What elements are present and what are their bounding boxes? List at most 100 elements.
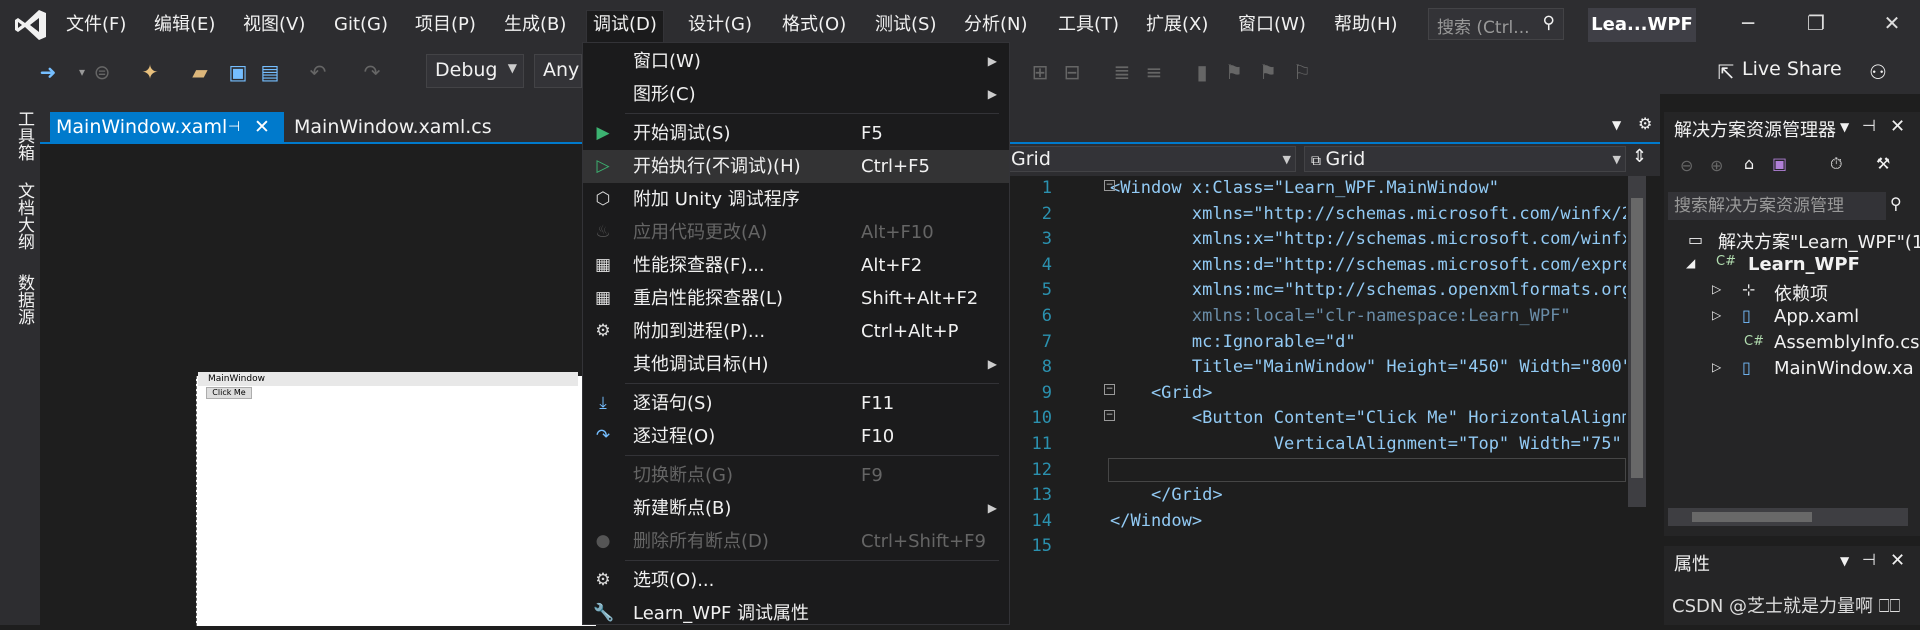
- tree-item-dependencies[interactable]: 依赖项: [1774, 280, 1828, 306]
- pin-icon[interactable]: ⊣: [228, 112, 240, 142]
- designer-button-preview[interactable]: Click Me: [206, 387, 252, 399]
- pin-icon[interactable]: ⊣: [1862, 116, 1876, 135]
- platform-select[interactable]: Any: [534, 54, 582, 88]
- expanded-arrow-icon[interactable]: ◢: [1686, 256, 1695, 270]
- save-icon[interactable]: ▣: [226, 60, 250, 84]
- pending-changes-icon[interactable]: ⏱: [1830, 154, 1842, 174]
- debug-menu-item[interactable]: ▶ 开始调试(S) F5: [583, 117, 1009, 150]
- menu-file[interactable]: 文件(F): [60, 12, 132, 40]
- bookmark-next-icon[interactable]: ⚑: [1256, 60, 1280, 84]
- debug-menu-item[interactable]: 其他调试目标(H) ▶: [583, 348, 1009, 381]
- configuration-select[interactable]: Debug ▼: [426, 54, 524, 88]
- debug-menu-item[interactable]: ♨ 应用代码更改(A) Alt+F10: [583, 216, 1009, 249]
- save-all-icon[interactable]: ▤: [258, 60, 282, 84]
- tree-item-app-xaml[interactable]: App.xaml: [1774, 306, 1859, 327]
- menu-project[interactable]: 项目(P): [409, 12, 482, 40]
- scrollbar-thumb[interactable]: [1692, 512, 1812, 522]
- solution-horizontal-scrollbar[interactable]: [1668, 508, 1908, 526]
- scrollbar-thumb[interactable]: [1631, 198, 1643, 478]
- menu-git[interactable]: Git(G): [328, 12, 394, 40]
- menu-window[interactable]: 窗口(W): [1232, 12, 1312, 40]
- close-pane-icon[interactable]: ✕: [1890, 550, 1905, 571]
- fold-toggle-icon[interactable]: −: [1104, 410, 1115, 421]
- designer-window-preview[interactable]: [196, 376, 596, 626]
- element-nav-select[interactable]: Grid ▼: [1004, 146, 1296, 172]
- menu-tools[interactable]: 工具(T): [1052, 12, 1125, 40]
- menu-help[interactable]: 帮助(H): [1328, 12, 1404, 40]
- restore-icon[interactable]: ❐: [1796, 8, 1836, 38]
- toolbox-tab[interactable]: 工具箱: [12, 110, 37, 161]
- layout-icon[interactable]: ⊞: [1028, 60, 1052, 84]
- solution-title[interactable]: Lea...WPF: [1588, 8, 1696, 42]
- menu-view[interactable]: 视图(V): [237, 12, 311, 40]
- tree-item-assemblyinfo[interactable]: AssemblyInfo.cs: [1774, 332, 1920, 353]
- bookmark-icon[interactable]: ▮: [1190, 60, 1214, 84]
- menu-extensions[interactable]: 扩展(X): [1140, 12, 1214, 40]
- collapsed-arrow-icon[interactable]: ▷: [1712, 308, 1721, 322]
- search-icon[interactable]: ⚲: [1890, 194, 1902, 213]
- tree-item-solution[interactable]: 解决方案"Learn_WPF"(1: [1718, 228, 1920, 254]
- document-outline-tab[interactable]: 文档大纲: [12, 182, 37, 250]
- back-icon[interactable]: ⊖: [1680, 156, 1693, 175]
- forward-icon[interactable]: ⊜: [90, 60, 114, 84]
- debug-menu-item[interactable]: ● 删除所有断点(D) Ctrl+Shift+F9: [583, 525, 1009, 558]
- tab-mainwindow-xaml-cs[interactable]: MainWindow.xaml.cs: [288, 112, 498, 142]
- menu-design[interactable]: 设计(G): [682, 12, 758, 40]
- debug-menu-item[interactable]: ⚙ 附加到进程(P)... Ctrl+Alt+P: [583, 315, 1009, 348]
- debug-menu-item[interactable]: 🔧 Learn_WPF 调试属性: [583, 597, 1009, 630]
- split-icon[interactable]: ⇕: [1632, 146, 1647, 167]
- open-folder-icon[interactable]: ▰: [188, 60, 212, 84]
- collapsed-arrow-icon[interactable]: ▷: [1712, 360, 1721, 374]
- fold-toggle-icon[interactable]: −: [1104, 180, 1115, 191]
- switch-view-icon[interactable]: ▣: [1772, 154, 1787, 173]
- member-nav-select[interactable]: ⧉ Grid ▼: [1304, 146, 1626, 172]
- minimize-icon[interactable]: ─: [1728, 8, 1768, 38]
- search-input[interactable]: 搜索 (Ctrl... ⚲: [1428, 8, 1564, 40]
- menu-format[interactable]: 格式(O): [776, 12, 852, 40]
- layout2-icon[interactable]: ⊟: [1060, 60, 1084, 84]
- bookmark-prev-icon[interactable]: ⚑: [1222, 60, 1246, 84]
- live-share-button[interactable]: Live Share: [1742, 58, 1842, 80]
- debug-menu-item[interactable]: ⬡ 附加 Unity 调试程序: [583, 183, 1009, 216]
- properties-icon[interactable]: ⚒: [1876, 154, 1890, 173]
- debug-menu-item[interactable]: ⤓ 逐语句(S) F11: [583, 387, 1009, 420]
- tree-item-project[interactable]: Learn_WPF: [1748, 254, 1860, 275]
- close-pane-icon[interactable]: ✕: [1890, 116, 1905, 137]
- indent-icon[interactable]: ≣: [1110, 60, 1134, 84]
- menu-analyze[interactable]: 分析(N): [958, 12, 1034, 40]
- visual-studio-logo-icon[interactable]: [14, 8, 48, 42]
- forward-icon[interactable]: ⊕: [1710, 156, 1723, 175]
- fold-toggle-icon[interactable]: −: [1104, 384, 1115, 395]
- debug-menu-item[interactable]: 窗口(W) ▶: [583, 45, 1009, 78]
- pin-icon[interactable]: ⊣: [1862, 550, 1876, 569]
- tree-item-mainwindow[interactable]: MainWindow.xa: [1774, 358, 1914, 379]
- new-project-icon[interactable]: ✦: [138, 60, 162, 84]
- debug-menu-item[interactable]: ▷ 开始执行(不调试)(H) Ctrl+F5: [583, 150, 1009, 183]
- back-icon[interactable]: ➜: [36, 60, 60, 84]
- debug-menu-item[interactable]: ↷ 逐过程(O) F10: [583, 420, 1009, 453]
- outdent-icon[interactable]: ≡: [1142, 60, 1166, 84]
- debug-menu-item[interactable]: ⚙ 选项(O)...: [583, 564, 1009, 597]
- menu-build[interactable]: 生成(B): [498, 12, 572, 40]
- pane-menu-icon[interactable]: ▼: [1840, 120, 1849, 134]
- debug-menu-item[interactable]: 图形(C) ▶: [583, 78, 1009, 111]
- debug-menu-item[interactable]: 切换断点(G) F9: [583, 459, 1009, 492]
- bookmark-clear-icon[interactable]: ⚐: [1290, 60, 1314, 84]
- feedback-icon[interactable]: ⚇: [1866, 60, 1890, 84]
- close-tab-icon[interactable]: ✕: [254, 112, 270, 142]
- home-icon[interactable]: ⌂: [1744, 154, 1754, 173]
- debug-menu-item[interactable]: ▦ 重启性能探查器(L) Shift+Alt+F2: [583, 282, 1009, 315]
- debug-menu-item[interactable]: 新建断点(B) ▶: [583, 492, 1009, 525]
- data-sources-tab[interactable]: 数据源: [12, 274, 37, 325]
- menu-edit[interactable]: 编辑(E): [148, 12, 221, 40]
- solution-search-input[interactable]: 搜索解决方案资源管理: [1668, 192, 1886, 220]
- code-vertical-scrollbar[interactable]: [1628, 176, 1646, 507]
- tab-list-dropdown-icon[interactable]: ▼: [1612, 118, 1621, 132]
- collapsed-arrow-icon[interactable]: ▷: [1712, 282, 1721, 296]
- pane-menu-icon[interactable]: ▼: [1840, 554, 1849, 568]
- debug-menu-item[interactable]: ▦ 性能探查器(F)... Alt+F2: [583, 249, 1009, 282]
- undo-icon[interactable]: ↶: [306, 60, 330, 84]
- menu-test[interactable]: 测试(S): [869, 12, 942, 40]
- tab-mainwindow-xaml[interactable]: MainWindow.xaml ⊣ ✕: [50, 112, 284, 142]
- close-icon[interactable]: ✕: [1872, 8, 1912, 38]
